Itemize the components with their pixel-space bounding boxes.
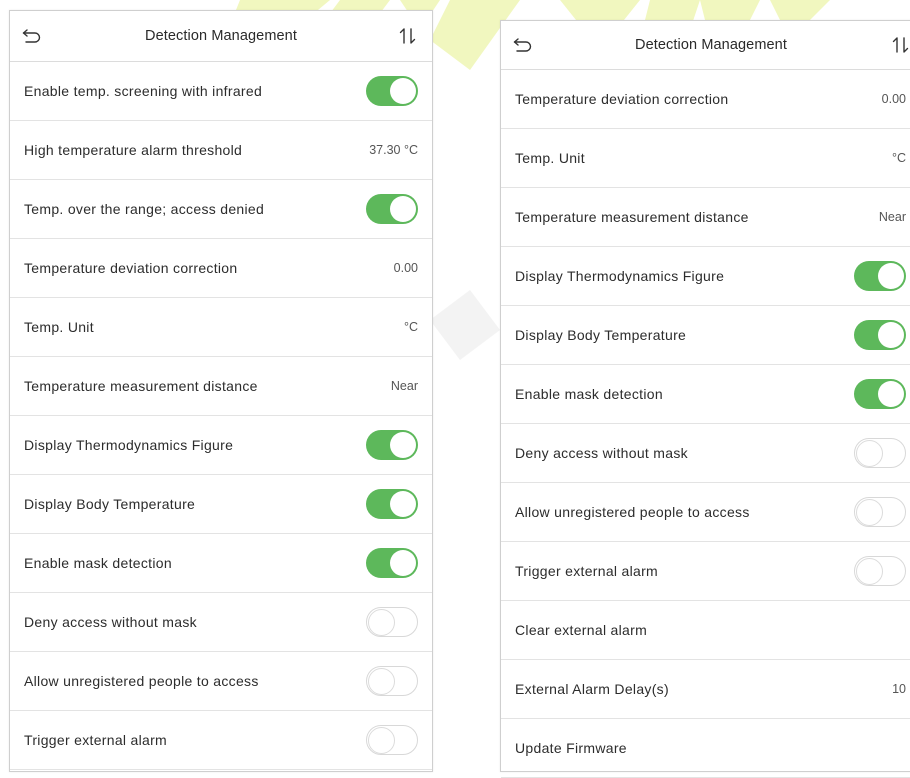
setting-label: Temperature deviation correction — [24, 260, 238, 276]
setting-label: Display Body Temperature — [515, 327, 687, 343]
toggle-knob — [878, 263, 904, 289]
toggle-switch[interactable] — [854, 556, 906, 586]
setting-label: Temp. over the range; access denied — [24, 201, 265, 217]
settings-list: Temperature deviation correction 0.00 Temp… — [501, 70, 910, 778]
toggle-knob — [368, 727, 395, 754]
toggle-knob — [856, 499, 883, 526]
setting-value: Near — [878, 210, 906, 224]
toggle-switch[interactable] — [854, 497, 906, 527]
toggle-switch[interactable] — [366, 489, 418, 519]
setting-label: Temperature measurement distance — [515, 209, 749, 225]
setting-label: Deny access without mask — [24, 614, 197, 630]
setting-value: 0.00 — [881, 92, 906, 106]
toggle-switch[interactable] — [366, 607, 418, 637]
setting-value: 10 — [892, 682, 906, 696]
setting-row-trigger-external-alarm[interactable]: Trigger external alarm — [10, 711, 432, 770]
setting-row-enable-mask-detection[interactable]: Enable mask detection — [501, 365, 910, 424]
setting-row-deny-access-without-mask[interactable]: Deny access without mask — [10, 593, 432, 652]
page-title: Detection Management — [635, 37, 787, 53]
setting-row-temperature-deviation-correction[interactable]: Temperature deviation correction 0.00 — [10, 239, 432, 298]
settings-list: Enable temp. screening with infrared High… — [10, 62, 432, 770]
right-screen: Detection Management Temperature deviati… — [500, 20, 910, 778]
toggle-knob — [856, 440, 883, 467]
toggle-switch[interactable] — [854, 438, 906, 468]
setting-value: °C — [403, 320, 418, 334]
toggle-knob — [390, 432, 416, 458]
setting-row-display-thermodynamics-figure[interactable]: Display Thermodynamics Figure — [10, 416, 432, 475]
toggle-switch[interactable] — [366, 430, 418, 460]
setting-row-display-body-temperature[interactable]: Display Body Temperature — [10, 475, 432, 534]
setting-label: Display Thermodynamics Figure — [515, 268, 725, 284]
setting-value: 0.00 — [393, 261, 418, 275]
toggle-switch[interactable] — [366, 666, 418, 696]
toggle-switch[interactable] — [854, 261, 906, 291]
setting-label: External Alarm Delay(s) — [515, 681, 669, 697]
setting-label: Display Body Temperature — [24, 496, 196, 512]
setting-value: 37.30 °C — [369, 143, 418, 157]
setting-row-trigger-external-alarm[interactable]: Trigger external alarm — [501, 542, 910, 601]
setting-row-update-firmware[interactable]: Update Firmware — [501, 719, 910, 778]
setting-row-temp-unit[interactable]: Temp. Unit °C — [501, 129, 910, 188]
left-screen: Detection Management Enable temp. screen… — [9, 10, 433, 772]
setting-row-high-temperature-alarm-threshold[interactable]: High temperature alarm threshold 37.30 °C — [10, 121, 432, 180]
setting-value: °C — [891, 151, 906, 165]
setting-label: Deny access without mask — [515, 445, 688, 461]
setting-row-enable-temp-screening-with-infrared[interactable]: Enable temp. screening with infrared — [10, 62, 432, 121]
toggle-knob — [368, 609, 395, 636]
setting-label: Allow unregistered people to access — [515, 504, 750, 520]
setting-label: Temperature measurement distance — [24, 378, 258, 394]
toggle-switch[interactable] — [366, 725, 418, 755]
toggle-knob — [368, 668, 395, 695]
page-title: Detection Management — [145, 28, 297, 44]
setting-row-clear-external-alarm[interactable]: Clear external alarm — [501, 601, 910, 660]
setting-row-temp-over-the-range-access-denied[interactable]: Temp. over the range; access denied — [10, 180, 432, 239]
setting-label: Trigger external alarm — [24, 732, 168, 748]
setting-row-enable-mask-detection[interactable]: Enable mask detection — [10, 534, 432, 593]
sort-arrows-icon[interactable] — [398, 27, 418, 45]
setting-row-display-body-temperature[interactable]: Display Body Temperature — [501, 306, 910, 365]
setting-label: High temperature alarm threshold — [24, 142, 243, 158]
sort-arrows-icon[interactable] — [891, 36, 910, 54]
setting-row-external-alarm-delay-s[interactable]: External Alarm Delay(s) 10 — [501, 660, 910, 719]
setting-label: Enable mask detection — [515, 386, 663, 402]
toggle-switch[interactable] — [854, 379, 906, 409]
setting-row-temperature-deviation-correction[interactable]: Temperature deviation correction 0.00 — [501, 70, 910, 129]
setting-row-display-thermodynamics-figure[interactable]: Display Thermodynamics Figure — [501, 247, 910, 306]
toggle-knob — [390, 78, 416, 104]
setting-label: Allow unregistered people to access — [24, 673, 259, 689]
setting-label: Temp. Unit — [515, 150, 585, 166]
toggle-switch[interactable] — [854, 320, 906, 350]
setting-label: Clear external alarm — [515, 622, 648, 638]
setting-row-temperature-measurement-distance[interactable]: Temperature measurement distance Near — [10, 357, 432, 416]
toggle-knob — [390, 491, 416, 517]
setting-value: Near — [390, 379, 418, 393]
setting-label: Temperature deviation correction — [515, 91, 729, 107]
setting-row-allow-unregistered-people-to-access[interactable]: Allow unregistered people to access — [10, 652, 432, 711]
toggle-knob — [878, 381, 904, 407]
toggle-switch[interactable] — [366, 194, 418, 224]
setting-label: Enable temp. screening with infrared — [24, 83, 263, 99]
header: Detection Management — [501, 21, 910, 70]
toggle-knob — [390, 550, 416, 576]
setting-label: Enable mask detection — [24, 555, 172, 571]
toggle-knob — [390, 196, 416, 222]
setting-label: Display Thermodynamics Figure — [24, 437, 234, 453]
setting-row-allow-unregistered-people-to-access[interactable]: Allow unregistered people to access — [501, 483, 910, 542]
toggle-switch[interactable] — [366, 76, 418, 106]
setting-row-temperature-measurement-distance[interactable]: Temperature measurement distance Near — [501, 188, 910, 247]
setting-label: Trigger external alarm — [515, 563, 659, 579]
toggle-switch[interactable] — [366, 548, 418, 578]
toggle-knob — [878, 322, 904, 348]
setting-row-deny-access-without-mask[interactable]: Deny access without mask — [501, 424, 910, 483]
setting-label: Temp. Unit — [24, 319, 94, 335]
setting-label: Update Firmware — [515, 740, 627, 756]
header: Detection Management — [10, 11, 432, 62]
setting-row-temp-unit[interactable]: Temp. Unit °C — [10, 298, 432, 357]
toggle-knob — [856, 558, 883, 585]
